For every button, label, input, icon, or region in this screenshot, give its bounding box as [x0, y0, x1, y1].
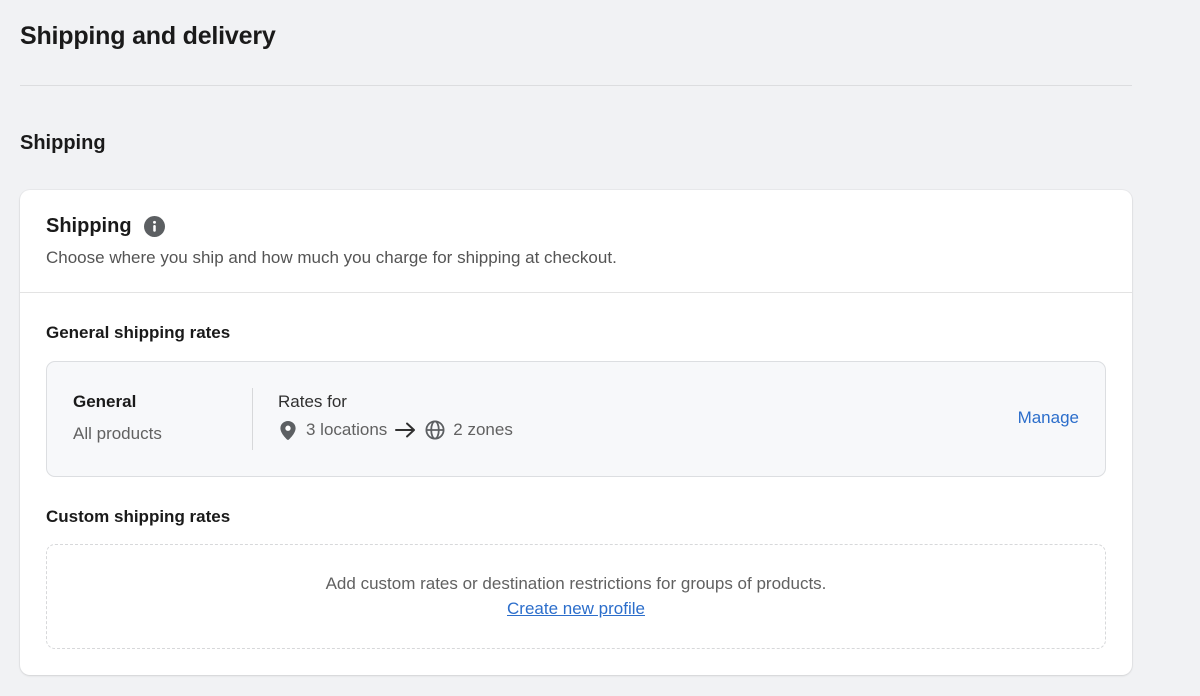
profile-info: General All products: [73, 392, 162, 444]
rates-summary: 3 locations 2 zones: [278, 420, 513, 440]
card-divider: [20, 292, 1132, 293]
zones-count: 2 zones: [453, 420, 513, 439]
globe-icon: [425, 420, 445, 440]
card-title-row: Shipping: [46, 214, 1106, 238]
profile-products: All products: [73, 424, 162, 443]
general-shipping-rates-heading: General shipping rates: [46, 323, 231, 342]
arrow-right-icon: [395, 422, 417, 438]
custom-rates-empty-state: Add custom rates or destination restrict…: [46, 544, 1106, 649]
card-title: Shipping: [46, 214, 132, 237]
custom-rates-description: Add custom rates or destination restrict…: [325, 574, 827, 593]
card-header: Shipping Choose where you ship and how m…: [46, 214, 1106, 268]
info-icon[interactable]: [143, 215, 165, 237]
rates-label: Rates for: [278, 392, 347, 411]
section-title: Shipping: [20, 132, 106, 154]
card-description: Choose where you ship and how much you c…: [46, 248, 617, 267]
locations-count: 3 locations: [306, 420, 388, 439]
title-divider: [20, 85, 1132, 86]
rates-info: Rates for 3 locations 2 zones: [278, 392, 513, 440]
shipping-card: Shipping Choose where you ship and how m…: [20, 190, 1132, 675]
location-pin-icon: [278, 420, 298, 440]
page: Shipping and delivery Shipping Shipping …: [0, 0, 1200, 696]
profile-name: General: [73, 392, 137, 411]
create-new-profile-link[interactable]: Create new profile: [507, 599, 645, 619]
custom-shipping-rates-heading: Custom shipping rates: [46, 507, 231, 526]
manage-link[interactable]: Manage: [1018, 408, 1079, 428]
vertical-divider: [252, 388, 253, 450]
page-title: Shipping and delivery: [20, 22, 276, 50]
general-profile-box: General All products Rates for 3 locatio…: [46, 361, 1106, 477]
